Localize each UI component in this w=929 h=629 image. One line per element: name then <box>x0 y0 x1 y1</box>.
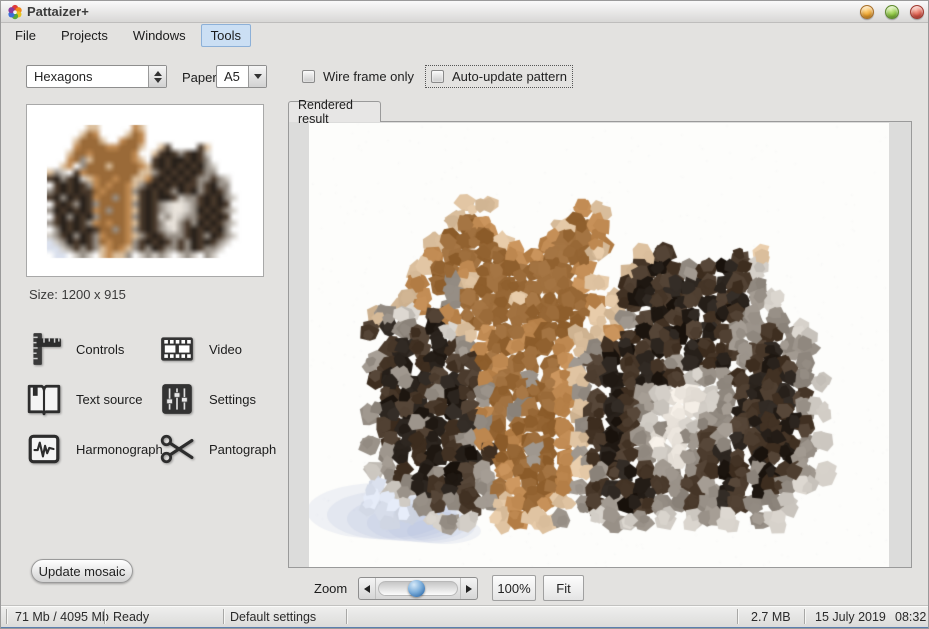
tool-pantograph-label: Pantograph <box>209 442 276 457</box>
wireframe-label: Wire frame only <box>323 69 414 84</box>
paper-select-dropdown-icon[interactable] <box>248 66 266 87</box>
zoom-out-arrow-icon[interactable] <box>359 578 376 599</box>
tool-text-source-label: Text source <box>76 392 142 407</box>
menu-tools[interactable]: Tools <box>201 24 251 47</box>
app-logo-icon <box>7 4 23 20</box>
maximize-button[interactable] <box>885 5 899 19</box>
paper-select[interactable]: A5 <box>216 65 267 88</box>
source-size-label: Size: 1200 x 915 <box>29 287 126 302</box>
status-memory: 71 Mb / 4095 Mb <box>15 610 109 624</box>
tool-video[interactable]: Video <box>159 331 242 367</box>
status-time: 08:32 <box>895 610 926 624</box>
tool-settings-label: Settings <box>209 392 256 407</box>
source-image-panel <box>26 104 264 277</box>
window-title: Pattaizer+ <box>27 4 89 19</box>
minimize-button[interactable] <box>860 5 874 19</box>
wireframe-checkbox[interactable] <box>302 70 315 83</box>
status-state: Ready <box>113 610 149 624</box>
menu-file[interactable]: File <box>5 24 46 47</box>
ruler-icon <box>26 331 62 367</box>
close-button[interactable] <box>910 5 924 19</box>
rendered-mosaic-canvas <box>309 123 889 567</box>
update-mosaic-button[interactable]: Update mosaic <box>31 559 133 583</box>
app-window: Pattaizer+ File Projects Windows Tools H… <box>0 0 929 629</box>
rendered-result-panel <box>288 121 912 568</box>
tool-pantograph[interactable]: Pantograph <box>159 431 276 467</box>
autoupdate-checkbox-row[interactable]: Auto-update pattern <box>426 66 572 87</box>
pattern-select-spinner-icon[interactable] <box>148 66 166 87</box>
menu-windows[interactable]: Windows <box>123 24 196 47</box>
paper-select-value: A5 <box>217 69 248 84</box>
zoom-slider-thumb[interactable] <box>408 580 425 597</box>
source-image-thumbnail <box>36 113 254 268</box>
paper-label: Paper <box>182 70 217 85</box>
menu-bar: File Projects Windows Tools <box>5 24 256 46</box>
pattern-select[interactable]: Hexagons <box>26 65 167 88</box>
waveform-icon <box>26 431 62 467</box>
tool-text-source[interactable]: Text source <box>26 381 142 417</box>
status-bar: 71 Mb / 4095 Mb Ready Default settings 2… <box>1 605 929 627</box>
film-icon <box>159 331 195 367</box>
status-file-size: 2.7 MB <box>751 610 791 624</box>
sliders-icon <box>159 381 195 417</box>
tool-harmonograph-label: Harmonograph <box>76 442 163 457</box>
book-icon <box>26 381 62 417</box>
autoupdate-checkbox[interactable] <box>431 70 444 83</box>
zoom-100-button[interactable]: 100% <box>492 575 536 601</box>
status-settings: Default settings <box>230 610 316 624</box>
tool-controls-label: Controls <box>76 342 124 357</box>
tool-video-label: Video <box>209 342 242 357</box>
status-date: 15 July 2019 <box>815 610 886 624</box>
tool-settings[interactable]: Settings <box>159 381 256 417</box>
zoom-label: Zoom <box>314 581 347 596</box>
zoom-fit-button[interactable]: Fit <box>543 575 584 601</box>
pattern-select-value: Hexagons <box>27 69 148 84</box>
autoupdate-label: Auto-update pattern <box>452 69 567 84</box>
wireframe-checkbox-row[interactable]: Wire frame only <box>297 66 419 87</box>
title-bar: Pattaizer+ <box>1 1 928 23</box>
tool-harmonograph[interactable]: Harmonograph <box>26 431 163 467</box>
zoom-slider[interactable] <box>358 577 478 600</box>
menu-projects[interactable]: Projects <box>51 24 118 47</box>
tool-controls[interactable]: Controls <box>26 331 124 367</box>
scissors-icon <box>159 431 195 467</box>
zoom-in-arrow-icon[interactable] <box>460 578 477 599</box>
rendered-result-tab[interactable]: Rendered result <box>288 101 381 122</box>
